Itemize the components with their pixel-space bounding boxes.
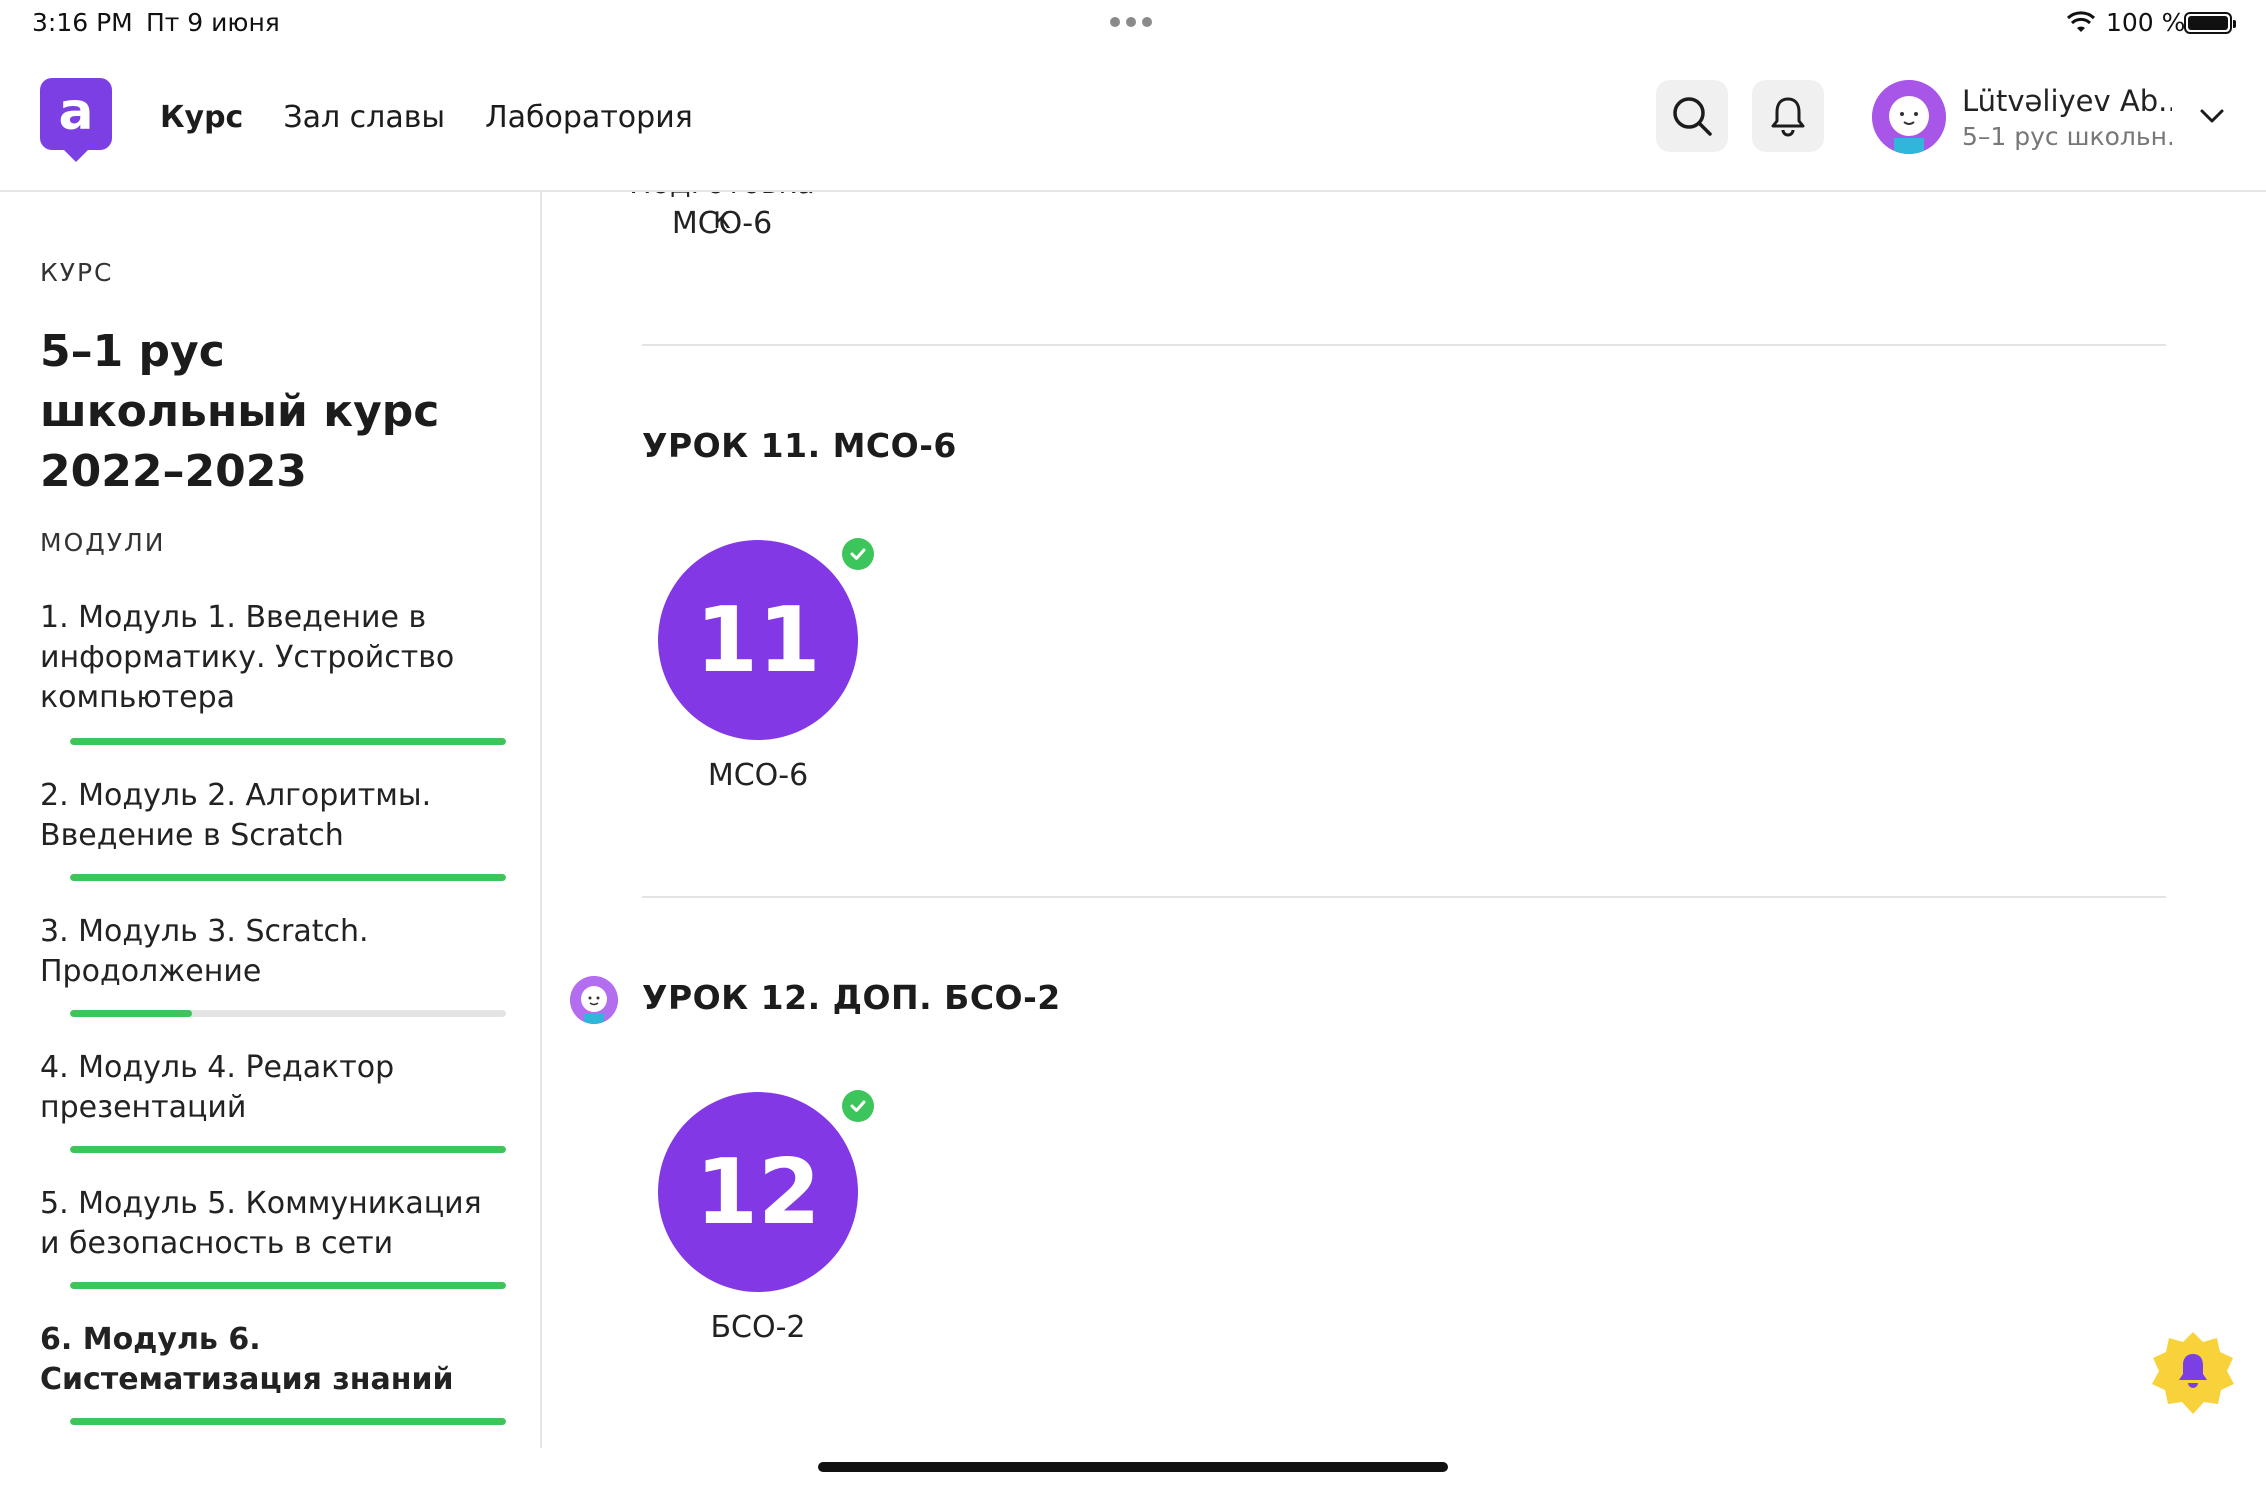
bell-icon (1771, 97, 1805, 137)
battery-icon (2184, 12, 2236, 34)
module-progress-4 (70, 1146, 506, 1153)
avatar-face-icon (570, 976, 618, 1024)
notification-fab-bell-icon[interactable] (2150, 1330, 2236, 1416)
chevron-down-icon[interactable] (2198, 106, 2226, 126)
wifi-icon (2066, 11, 2096, 32)
course-section-label: КУРС (40, 258, 114, 287)
search-button[interactable] (1656, 80, 1728, 152)
module-item-2[interactable]: 2. Модуль 2. Алгоритмы. Введение в Scrat… (40, 776, 510, 856)
status-bar: 3:16 PM Пт 9 июня 100 % (0, 0, 2266, 48)
notifications-button[interactable] (1752, 80, 1824, 152)
status-time: 3:16 PM (32, 8, 133, 37)
battery-percent: 100 % (2106, 8, 2186, 37)
completed-check-icon (842, 538, 874, 570)
app-logo[interactable]: a (40, 78, 112, 162)
module-progress-6 (70, 1418, 506, 1425)
home-indicator[interactable] (818, 1462, 1448, 1472)
module-item-4[interactable]: 4. Модуль 4. Редактор презентаций (40, 1048, 510, 1128)
search-icon (1673, 97, 1712, 136)
lesson-label-11[interactable]: МСО-6 (658, 758, 858, 793)
avatar-face-icon (1872, 80, 1946, 154)
main-nav: Курс Зал славы Лаборатория (160, 100, 693, 135)
lesson-divider (642, 896, 2166, 898)
top-header: a Курс Зал славы Лаборатория Lütvəliyev … (0, 48, 2266, 192)
nav-hall-of-fame[interactable]: Зал славы (283, 100, 445, 135)
module-progress-2 (70, 874, 506, 881)
modules-section-label: МОДУЛИ (40, 528, 166, 557)
nav-course[interactable]: Курс (160, 100, 243, 135)
module-progress-3 (70, 1010, 506, 1017)
lesson-button-11[interactable]: 11 (658, 540, 858, 740)
module-progress-5 (70, 1282, 506, 1289)
module-item-5[interactable]: 5. Модуль 5. Коммуникация и безопасность… (40, 1184, 510, 1264)
lesson-button-12[interactable]: 12 (658, 1092, 858, 1292)
multitasking-dots[interactable] (1110, 17, 1152, 27)
lesson-label-12[interactable]: БСО-2 (658, 1310, 858, 1345)
module-item-6[interactable]: 6. Модуль 6. Систематизация знаний (40, 1320, 510, 1400)
user-course[interactable]: 5–1 рус школьн... (1962, 122, 2172, 151)
lessons-area: Подготовка к МСО-6 УРОК 11. МСО-6 11 МСО… (542, 192, 2266, 1448)
lesson-title-12: УРОК 12. ДОП. БСО-2 (642, 978, 1061, 1017)
user-position-avatar (570, 976, 618, 1024)
nav-laboratory[interactable]: Лаборатория (485, 100, 693, 135)
course-title: 5–1 рус школьный курс 2022–2023 (40, 326, 440, 497)
module-item-3[interactable]: 3. Модуль 3. Scratch. Продолжение (40, 912, 510, 992)
status-date: Пт 9 июня (146, 8, 280, 37)
prev-lesson-label-bottom[interactable]: МСО-6 (622, 206, 822, 241)
module-item-1[interactable]: 1. Модуль 1. Введение в информатику. Уст… (40, 598, 510, 718)
lesson-title-11: УРОК 11. МСО-6 (642, 426, 957, 465)
completed-check-icon (842, 1090, 874, 1122)
user-name[interactable]: Lütvəliyev Ab... (1962, 84, 2172, 118)
module-progress-1 (70, 738, 506, 745)
course-sidebar: КУРС 5–1 рус школьный курс 2022–2023 МОД… (0, 192, 542, 1448)
lesson-divider (642, 344, 2166, 346)
user-avatar[interactable] (1872, 80, 1946, 154)
